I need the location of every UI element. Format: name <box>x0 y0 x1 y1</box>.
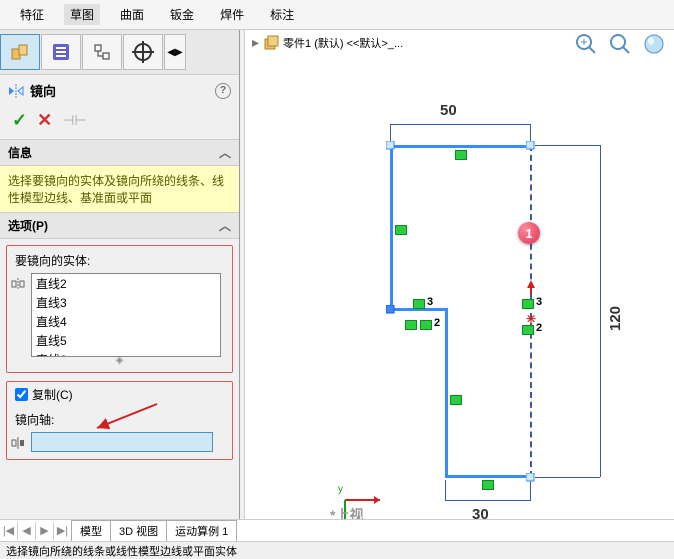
section-options-label: 选项(P) <box>8 217 48 234</box>
mirror-icon <box>8 83 24 99</box>
menu-sketch[interactable]: 草图 <box>64 4 100 25</box>
entities-label: 要镜向的实体: <box>11 250 228 273</box>
menu-surface[interactable]: 曲面 <box>114 4 150 25</box>
copy-checkbox[interactable] <box>15 388 28 401</box>
list-item[interactable]: 直线6 <box>32 350 220 357</box>
section-options-head[interactable]: 选项(P) ︿ <box>0 212 239 239</box>
menu-weldment[interactable]: 焊件 <box>214 4 250 25</box>
tab-3dview[interactable]: 3D 视图 <box>110 520 167 541</box>
axis-label: 镜向轴: <box>11 409 228 432</box>
horizontal-constraint-icon <box>482 480 494 490</box>
menu-annotation[interactable]: 标注 <box>264 4 300 25</box>
axis-group: 复制(C) 镜向轴: <box>6 381 233 460</box>
list-icon <box>50 41 72 63</box>
constraint-icon <box>413 299 425 309</box>
tab-nav-prev[interactable]: ◀ <box>18 522 36 540</box>
section-info-label: 信息 <box>8 144 32 161</box>
prop-title: 镜向 <box>30 81 56 100</box>
tab-feature-manager[interactable] <box>0 34 40 70</box>
list-item[interactable]: 直线3 <box>32 293 220 312</box>
zoom-area-icon[interactable] <box>606 30 634 58</box>
tab-nav-last[interactable]: ▶| <box>54 522 72 540</box>
cancel-button[interactable]: ✕ <box>37 110 52 131</box>
dim-top-value: 50 <box>440 102 457 119</box>
entities-group: 要镜向的实体: 直线2 直线3 直线4 直线5 直线6 ◈ <box>6 245 233 373</box>
origin-marker-icon: ✳ <box>526 312 536 326</box>
constraint-icon <box>420 320 432 330</box>
tab-property-manager[interactable] <box>41 34 81 70</box>
endpoint-icon <box>526 473 536 483</box>
status-text: 选择镜向所绕的线条或线性模型边线或平面实体 <box>6 546 237 558</box>
status-bar: 选择镜向所绕的线条或线性模型边线或平面实体 <box>0 541 674 559</box>
tab-motionstudy[interactable]: 运动算例 1 <box>166 520 237 541</box>
axis-input[interactable] <box>31 432 213 452</box>
chevron-up-icon: ︿ <box>219 217 231 234</box>
menu-bar: 特征 草图 曲面 钣金 焊件 标注 <box>0 0 674 30</box>
appearance-icon[interactable] <box>640 30 668 58</box>
tab-config-manager[interactable] <box>82 34 122 70</box>
prop-header: 镜向 ? <box>0 75 239 106</box>
tab-dimxpert[interactable] <box>123 34 163 70</box>
copy-label: 复制(C) <box>32 386 73 403</box>
pushpin-button[interactable]: ⊣⊢ <box>62 112 86 129</box>
panel-tabs: ◀▶ <box>0 30 239 75</box>
graphics-viewport[interactable]: ▸ 零件1 (默认) <<默认>_... 50 120 <box>240 30 674 559</box>
tab-nav-first[interactable]: |◀ <box>0 522 18 540</box>
ok-button[interactable]: ✓ <box>12 110 27 131</box>
svg-text:y: y <box>338 484 343 495</box>
list-item[interactable]: 直线4 <box>32 312 220 331</box>
constraint-icon <box>522 325 534 335</box>
arrow-up-icon <box>527 280 535 294</box>
help-icon[interactable]: ? <box>215 83 231 99</box>
mirror-axis-icon <box>11 432 27 453</box>
vertical-constraint-icon <box>395 225 407 235</box>
dim-right-value: 120 <box>607 306 624 331</box>
list-item[interactable]: 直线2 <box>32 274 220 293</box>
breadcrumb-arrow-icon[interactable]: ▸ <box>252 34 259 51</box>
list-item[interactable]: 直线5 <box>32 331 220 350</box>
menu-sheetmetal[interactable]: 钣金 <box>164 4 200 25</box>
endpoint-icon <box>526 141 536 151</box>
sketch-drawing: 50 120 30 <box>300 90 620 530</box>
tab-model[interactable]: 模型 <box>71 520 111 541</box>
callout-1: 1 <box>518 222 540 244</box>
constraint-number: 3 <box>427 296 433 308</box>
box-icon <box>9 41 31 63</box>
breadcrumb-part-label[interactable]: 零件1 (默认) <<默认>_... <box>283 35 403 51</box>
bottom-tabs: |◀ ◀ ▶ ▶| 模型 3D 视图 运动算例 1 <box>0 519 674 541</box>
tab-overflow[interactable]: ◀▶ <box>164 34 186 70</box>
constraint-icon <box>522 299 534 309</box>
vertical-constraint-icon <box>450 395 462 405</box>
endpoint-icon <box>386 141 396 151</box>
horizontal-constraint-icon <box>405 320 417 330</box>
constraint-number: 2 <box>434 317 440 329</box>
mirror-entities-icon <box>11 273 27 294</box>
part-icon <box>263 35 279 51</box>
section-info-head[interactable]: 信息 ︿ <box>0 139 239 166</box>
view-toolbar <box>572 30 668 58</box>
zoom-fit-icon[interactable] <box>572 30 600 58</box>
constraint-number: 3 <box>536 296 542 308</box>
target-icon <box>132 41 154 63</box>
constraint-number: 2 <box>536 322 542 334</box>
prop-actions: ✓ ✕ ⊣⊢ <box>0 106 239 139</box>
breadcrumb: ▸ 零件1 (默认) <<默认>_... <box>252 34 403 51</box>
endpoint-icon <box>386 305 396 315</box>
property-panel: ◀▶ 镜向 ? ✓ ✕ ⊣⊢ 信息 ︿ 选择要镜向的实体及镜向所绕的线条、线性模… <box>0 30 240 559</box>
entities-listbox[interactable]: 直线2 直线3 直线4 直线5 直线6 <box>31 273 221 357</box>
tree-icon <box>91 41 113 63</box>
menu-features[interactable]: 特征 <box>14 4 50 25</box>
chevron-up-icon: ︿ <box>219 144 231 161</box>
tab-nav-next[interactable]: ▶ <box>36 522 54 540</box>
info-body: 选择要镜向的实体及镜向所绕的线条、线性模型边线、基准面或平面 <box>0 166 239 212</box>
horizontal-constraint-icon <box>455 150 467 160</box>
